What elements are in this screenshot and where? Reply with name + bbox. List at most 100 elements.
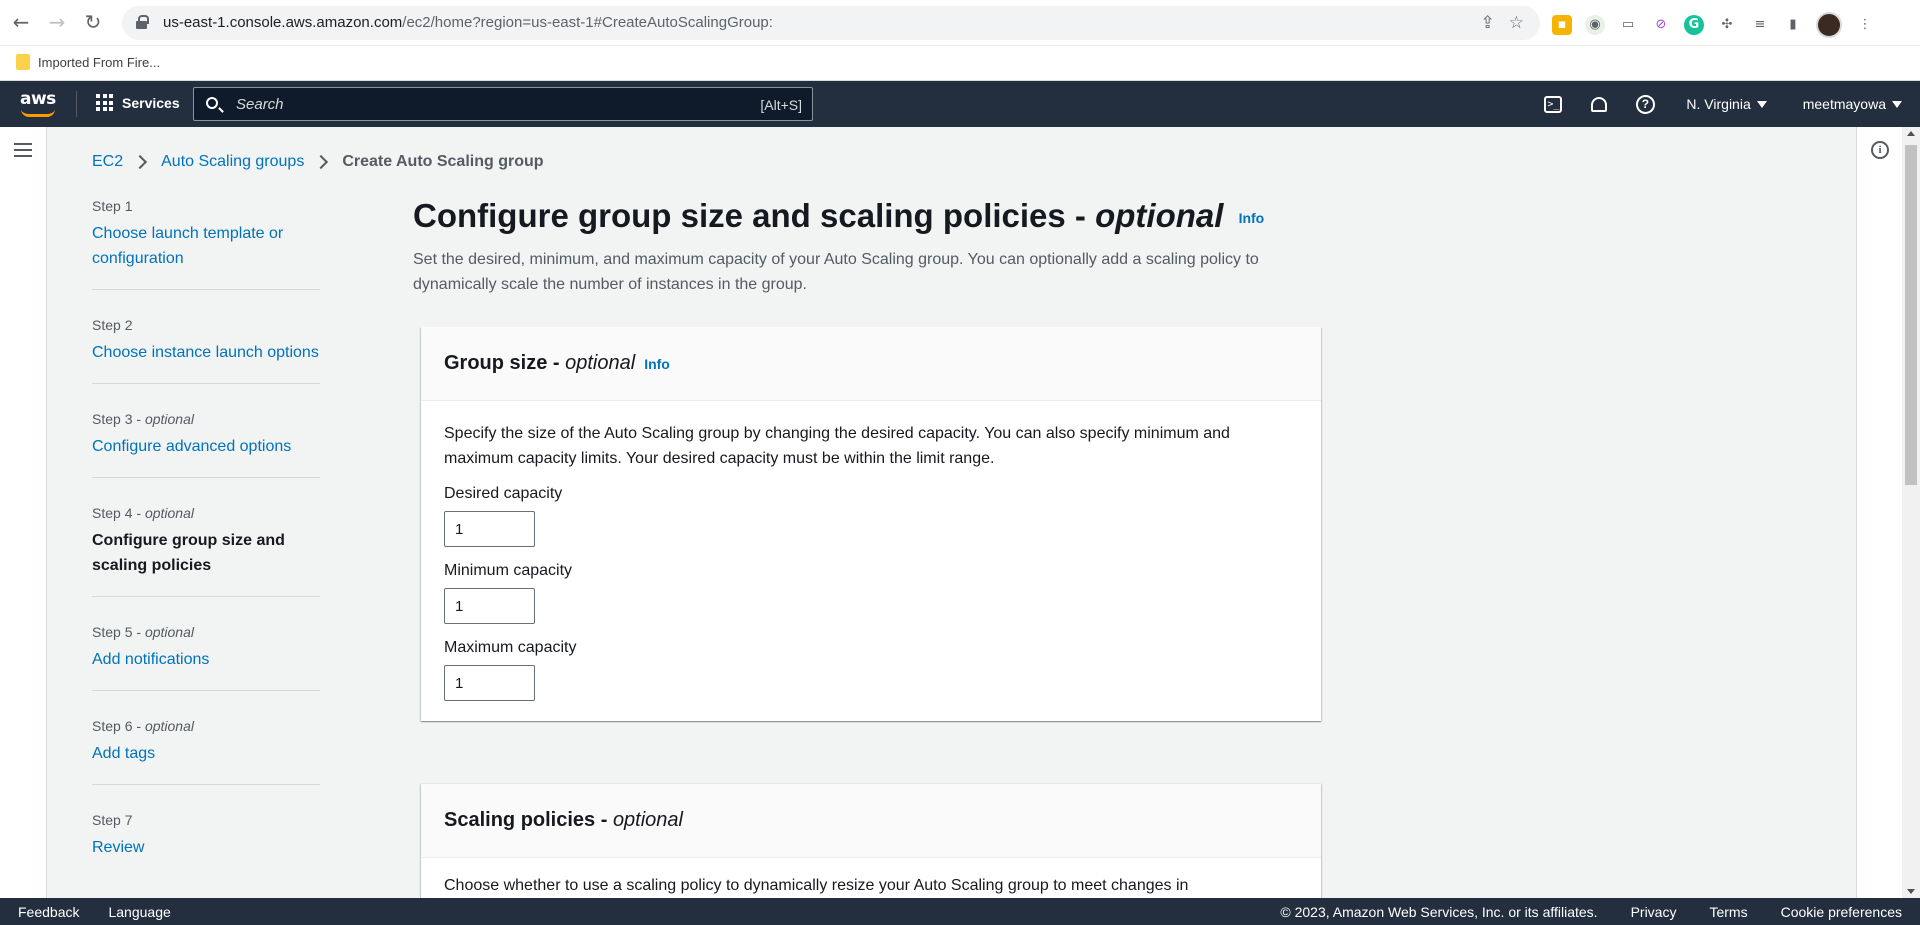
- info-link[interactable]: Info: [644, 356, 670, 372]
- step-3: Step 3 - optional Configure advanced opt…: [92, 409, 320, 478]
- reload-icon[interactable]: ↻: [82, 11, 104, 33]
- media-control-icon[interactable]: ≡: [1750, 15, 1770, 35]
- step-link[interactable]: Review: [92, 835, 320, 860]
- region-label: N. Virginia: [1686, 96, 1751, 112]
- group-size-panel: Group size - optional Info Specify the s…: [421, 327, 1321, 721]
- aws-top-nav: aws Services Search [Alt+S] >_ ? N. Virg…: [0, 81, 1920, 127]
- copyright-text: © 2023, Amazon Web Services, Inc. or its…: [1280, 904, 1598, 920]
- breadcrumb-auto-scaling-groups[interactable]: Auto Scaling groups: [161, 153, 304, 171]
- region-selector[interactable]: N. Virginia: [1668, 96, 1784, 112]
- step-number: Step 5 - optional: [92, 624, 194, 640]
- desired-capacity-input[interactable]: [444, 511, 535, 547]
- aws-logo[interactable]: aws: [20, 89, 58, 119]
- account-menu[interactable]: meetmayowa: [1785, 96, 1920, 112]
- lock-icon[interactable]: [136, 15, 149, 29]
- menu-icon[interactable]: [14, 143, 32, 157]
- folder-icon: [16, 54, 30, 70]
- step-number: Step 2: [92, 317, 133, 333]
- panel-body: Specify the size of the Auto Scaling gro…: [421, 401, 1321, 721]
- notifications-button[interactable]: [1576, 81, 1622, 127]
- step-link[interactable]: Configure advanced options: [92, 434, 320, 459]
- step-link[interactable]: Add tags: [92, 741, 320, 766]
- step-link[interactable]: Choose launch template or configuration: [92, 221, 320, 271]
- aws-smile-icon: [21, 109, 55, 117]
- forward-icon[interactable]: →: [46, 11, 68, 33]
- address-bar[interactable]: us-east-1.console.aws.amazon.com/ec2/hom…: [122, 6, 1540, 40]
- keep-extension-icon[interactable]: ▪: [1552, 15, 1572, 35]
- bookmark-label: Imported From Fire...: [38, 54, 161, 70]
- step-current: Configure group size and scaling policie…: [92, 532, 285, 574]
- caret-down-icon: [1756, 100, 1767, 108]
- step-number: Step 1: [92, 198, 133, 214]
- cookie-preferences-link[interactable]: Cookie preferences: [1781, 904, 1902, 920]
- scroll-up-icon[interactable]: [1907, 131, 1915, 136]
- scroll-thumb[interactable]: [1905, 145, 1917, 485]
- step-number: Step 7: [92, 812, 133, 828]
- extensions-bar: ▪ ◉ ▭ ⊘ G ✣ ≡ ▮ ⋮: [1552, 12, 1875, 38]
- wizard-steps: Step 1 Choose launch template or configu…: [92, 196, 320, 903]
- bookmark-star-icon[interactable]: ☆: [1509, 13, 1524, 33]
- maximum-capacity-input[interactable]: [444, 665, 535, 701]
- feedback-link[interactable]: Feedback: [18, 904, 79, 920]
- scroll-down-icon[interactable]: [1907, 889, 1915, 894]
- field-label: Desired capacity: [444, 485, 563, 502]
- breadcrumb: EC2 Auto Scaling groups Create Auto Scal…: [92, 153, 544, 171]
- page-title: Configure group size and scaling policie…: [413, 197, 1265, 234]
- breadcrumb-ec2[interactable]: EC2: [92, 153, 123, 171]
- block-extension-icon[interactable]: ⊘: [1651, 15, 1671, 35]
- panel-header: Scaling policies - optional: [421, 784, 1321, 858]
- header-divider: [76, 91, 77, 117]
- url-path: /ec2/home?region=us-east-1#CreateAutoSca…: [402, 14, 773, 31]
- search-icon: [206, 97, 218, 109]
- back-icon[interactable]: ←: [10, 11, 32, 33]
- cloudshell-button[interactable]: >_: [1530, 81, 1576, 127]
- share-icon[interactable]: ⇪: [1481, 13, 1495, 33]
- url-text[interactable]: us-east-1.console.aws.amazon.com/ec2/hom…: [163, 14, 773, 31]
- bookmark-folder[interactable]: Imported From Fire...: [16, 54, 160, 70]
- page-scrollbar[interactable]: [1902, 127, 1920, 898]
- left-navigation-rail: [0, 127, 47, 898]
- tools-panel-rail: i: [1856, 127, 1902, 898]
- step-6: Step 6 - optional Add tags: [92, 716, 320, 785]
- globe-extension-icon[interactable]: ◉: [1585, 15, 1605, 35]
- field-label: Minimum capacity: [444, 562, 573, 579]
- step-5: Step 5 - optional Add notifications: [92, 622, 320, 691]
- breadcrumb-current: Create Auto Scaling group: [342, 153, 544, 170]
- minimum-capacity-input[interactable]: [444, 588, 535, 624]
- url-host: us-east-1.console.aws.amazon.com: [163, 14, 403, 31]
- step-1: Step 1 Choose launch template or configu…: [92, 196, 320, 290]
- info-icon[interactable]: i: [1871, 141, 1889, 159]
- chevron-right-icon: [133, 154, 148, 170]
- info-link[interactable]: Info: [1239, 210, 1265, 226]
- step-number: Step 4 - optional: [92, 505, 194, 521]
- step-4: Step 4 - optional Configure group size a…: [92, 503, 320, 597]
- services-menu-button[interactable]: Services: [96, 94, 180, 111]
- help-icon: ?: [1635, 94, 1655, 114]
- help-button[interactable]: ?: [1622, 81, 1668, 127]
- panel-description: Choose whether to use a scaling policy t…: [444, 877, 1189, 894]
- bookmarks-bar: Imported From Fire...: [0, 46, 1920, 81]
- grid-icon: [96, 94, 113, 111]
- panel-body: Choose whether to use a scaling policy t…: [421, 858, 1321, 898]
- profile-avatar[interactable]: [1816, 12, 1842, 38]
- field-label: Maximum capacity: [444, 639, 577, 656]
- desired-capacity-field: Desired capacity: [444, 483, 1298, 547]
- terms-link[interactable]: Terms: [1709, 904, 1747, 920]
- maximum-capacity-field: Maximum capacity: [444, 637, 1298, 701]
- panel-header: Group size - optional Info: [421, 327, 1321, 401]
- privacy-link[interactable]: Privacy: [1631, 904, 1677, 920]
- step-link[interactable]: Choose instance launch options: [92, 340, 320, 365]
- browser-toolbar: ← → ↻ us-east-1.console.aws.amazon.com/e…: [0, 0, 1920, 46]
- search-input[interactable]: Search [Alt+S]: [193, 87, 813, 121]
- search-shortcut: [Alt+S]: [760, 97, 802, 113]
- account-label: meetmayowa: [1802, 96, 1886, 112]
- step-link[interactable]: Add notifications: [92, 647, 320, 672]
- side-panel-icon[interactable]: ▮: [1783, 15, 1803, 35]
- puzzle-extensions-icon[interactable]: ✣: [1717, 15, 1737, 35]
- screen-extension-icon[interactable]: ▭: [1618, 15, 1638, 35]
- browser-menu-icon[interactable]: ⋮: [1855, 15, 1875, 35]
- grammarly-extension-icon[interactable]: G: [1684, 15, 1704, 35]
- language-link[interactable]: Language: [108, 904, 170, 920]
- panel-title: Group size - optional: [444, 352, 636, 374]
- chevron-right-icon: [314, 154, 329, 170]
